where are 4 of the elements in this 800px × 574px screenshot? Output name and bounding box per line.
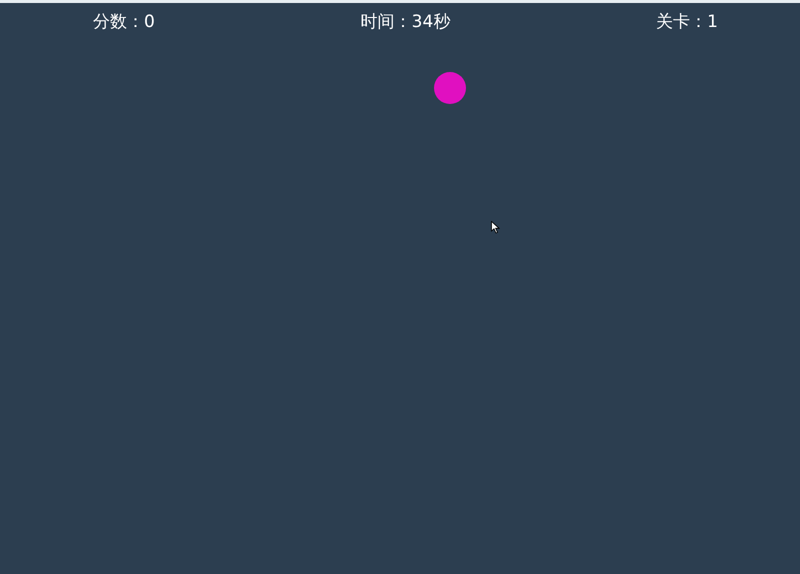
hud-label: 时间：34秒: [360, 11, 450, 34]
pointer-icon: [491, 221, 500, 234]
hud-label: 关卡：1: [656, 11, 718, 34]
hud-label: 分数：0: [93, 11, 155, 34]
